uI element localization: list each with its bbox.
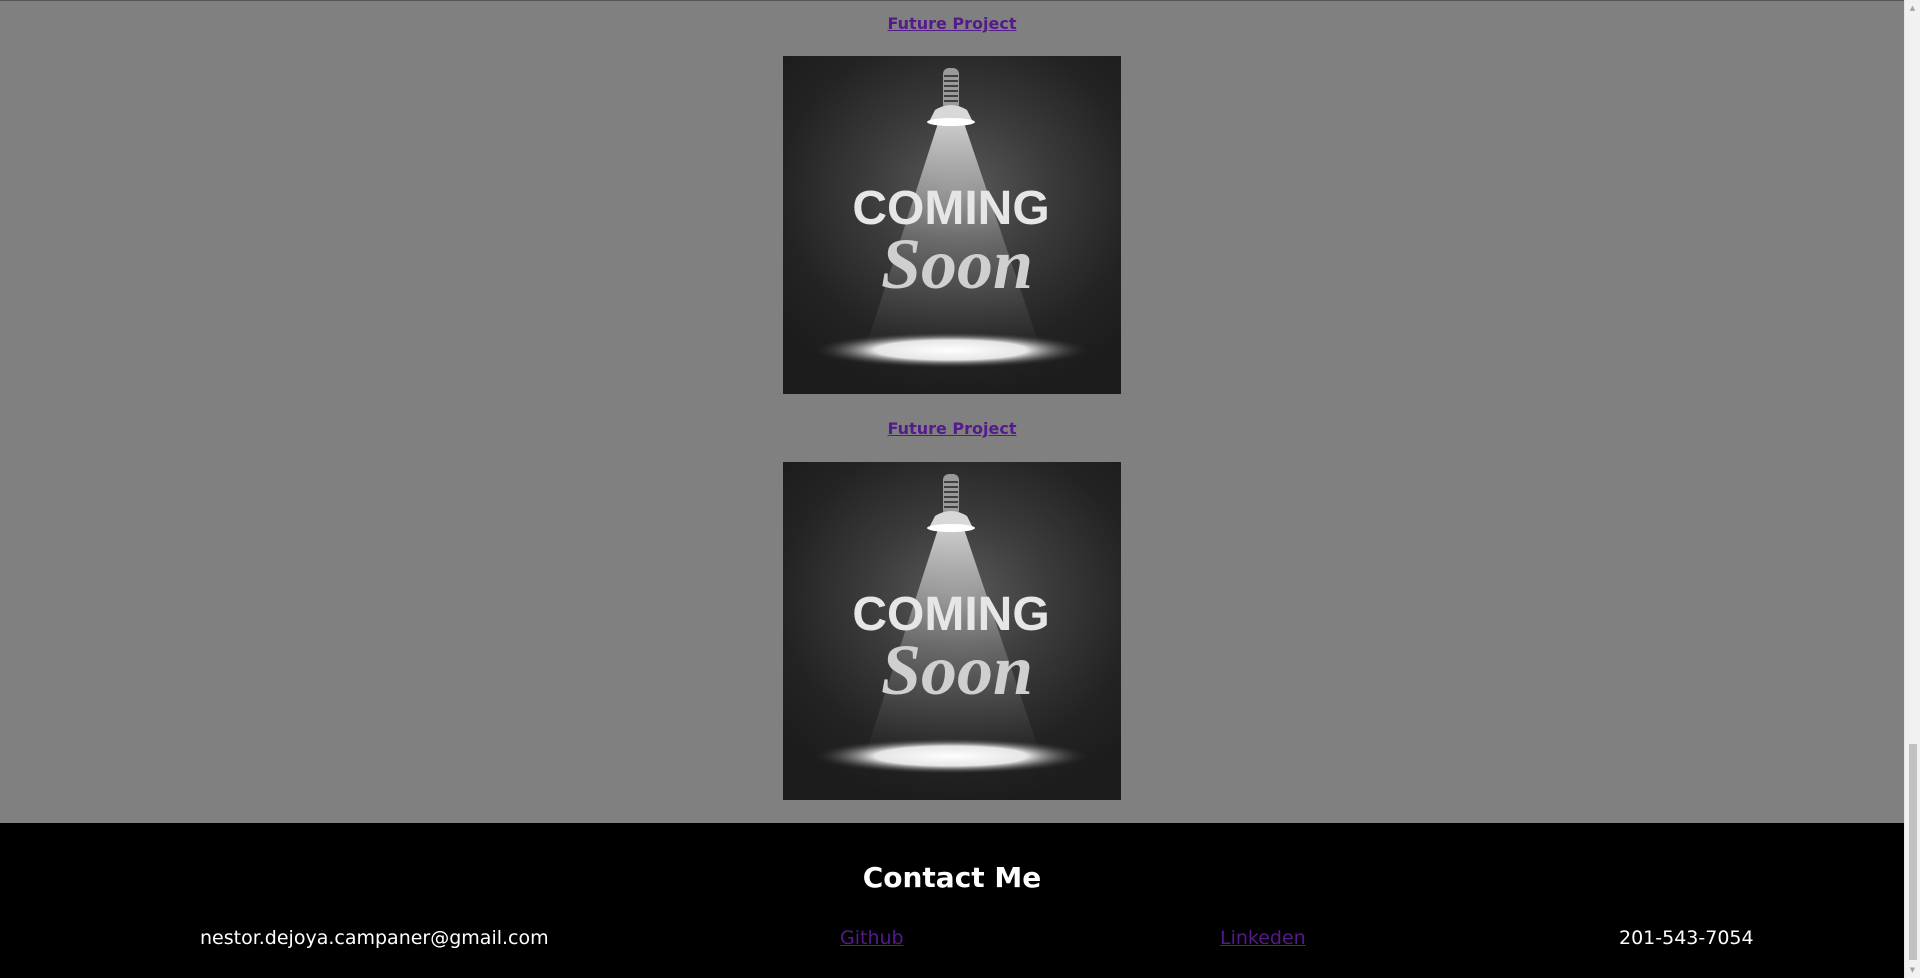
github-link[interactable]: Github <box>840 926 904 950</box>
triangle-up-icon[interactable]: ▲ <box>1905 0 1920 16</box>
project-image-coming-soon-1[interactable]: COMING Soon <box>783 56 1121 394</box>
contact-phone: 201-543-7054 <box>1619 927 1754 949</box>
scrollbar-thumb[interactable] <box>1909 744 1917 960</box>
poster-text-soon: Soon <box>881 630 1033 710</box>
project-link-future-1[interactable]: Future Project <box>0 14 1904 33</box>
contact-title: Contact Me <box>862 861 1042 894</box>
spotlight-lamp-icon: COMING Soon <box>813 474 1089 774</box>
spotlight-lamp-icon: COMING Soon <box>813 68 1089 368</box>
contact-email: nestor.dejoya.campaner@gmail.com <box>200 927 549 949</box>
triangle-down-icon[interactable]: ▼ <box>1905 962 1920 978</box>
project-image-coming-soon-2[interactable]: COMING Soon <box>783 462 1121 800</box>
projects-section: Future Project COMING Soon Future Projec… <box>0 0 1904 823</box>
poster-text-soon: Soon <box>881 224 1033 304</box>
project-link-future-2[interactable]: Future Project <box>0 419 1904 438</box>
contact-footer: Contact Me nestor.dejoya.campaner@gmail.… <box>0 823 1904 978</box>
linkedin-link[interactable]: Linkeden <box>1220 926 1306 950</box>
vertical-scrollbar[interactable]: ▲ ▼ <box>1904 0 1920 978</box>
